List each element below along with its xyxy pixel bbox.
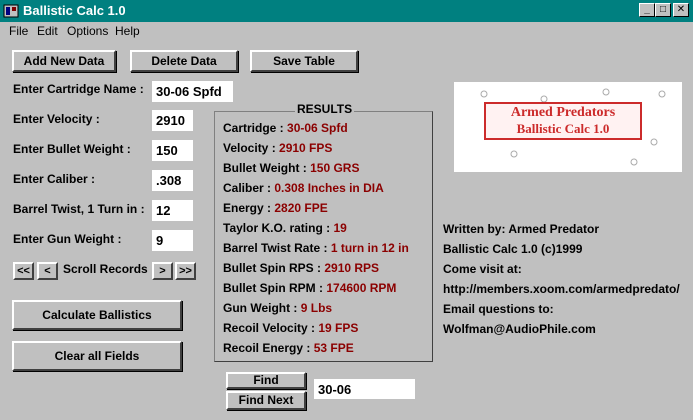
result-label: Recoil Velocity : — [223, 321, 319, 335]
result-label: Energy : — [223, 201, 275, 215]
bullet-weight-label: Enter Bullet Weight : — [13, 142, 131, 156]
result-row: Recoil Energy : 53 FPE — [223, 341, 354, 355]
result-label: Bullet Spin RPS : — [223, 261, 325, 275]
add-new-data-button[interactable]: Add New Data — [12, 50, 116, 72]
caliber-input[interactable]: .308 — [152, 170, 193, 191]
result-label: Recoil Energy : — [223, 341, 314, 355]
find-next-button[interactable]: Find Next — [226, 391, 306, 410]
result-row: Velocity : 2910 FPS — [223, 141, 332, 155]
info-author: Written by: Armed Predator — [443, 222, 600, 236]
last-record-button[interactable]: >> — [175, 262, 196, 280]
menu-help[interactable]: Help — [115, 24, 140, 38]
results-title: RESULTS — [295, 102, 355, 116]
first-record-button[interactable]: << — [13, 262, 34, 280]
close-button[interactable]: ✕ — [673, 3, 689, 17]
gun-weight-label: Enter Gun Weight : — [13, 232, 122, 246]
minimize-button[interactable]: _ — [639, 3, 655, 17]
velocity-label: Enter Velocity : — [13, 112, 100, 126]
result-row: Caliber : 0.308 Inches in DIA — [223, 181, 384, 195]
result-label: Caliber : — [223, 181, 275, 195]
result-row: Recoil Velocity : 19 FPS — [223, 321, 358, 335]
info-visit-label: Come visit at: — [443, 262, 522, 276]
result-label: Bullet Spin RPM : — [223, 281, 327, 295]
result-value: 2910 RPS — [324, 261, 380, 275]
menu-file[interactable]: File — [9, 24, 28, 38]
result-row: Taylor K.O. rating : 19 — [223, 221, 347, 235]
info-email: Wolfman@AudioPhile.com — [443, 322, 596, 336]
result-row: Bullet Spin RPM : 174600 RPM — [223, 281, 396, 295]
result-label: Taylor K.O. rating : — [223, 221, 334, 235]
gun-weight-input[interactable]: 9 — [152, 230, 193, 251]
result-value: 1 turn in 12 in — [330, 241, 409, 255]
find-button[interactable]: Find — [226, 372, 306, 389]
title-bar[interactable]: Ballistic Calc 1.0 _ □ ✕ — [0, 0, 693, 22]
menu-edit[interactable]: Edit — [37, 24, 58, 38]
result-value: 2910 FPS — [279, 141, 333, 155]
velocity-input[interactable]: 2910 — [152, 110, 193, 131]
cartridge-name-label: Enter Cartridge Name : — [13, 82, 144, 96]
result-label: Cartridge : — [223, 121, 288, 135]
calculate-ballistics-button[interactable]: Calculate Ballistics — [12, 300, 182, 330]
result-label: Bullet Weight : — [223, 161, 311, 175]
window-title: Ballistic Calc 1.0 — [23, 3, 126, 18]
maximize-icon: □ — [659, 4, 667, 15]
result-value: 2820 FPE — [274, 201, 328, 215]
info-copyright: Ballistic Calc 1.0 (c)1999 — [443, 242, 583, 256]
logo-line2: Ballistic Calc 1.0 — [516, 121, 610, 136]
minimize-icon: _ — [644, 4, 650, 15]
result-label: Velocity : — [223, 141, 280, 155]
result-value: 53 FPE — [313, 341, 354, 355]
next-record-button[interactable]: > — [152, 262, 173, 280]
logo-panel: Armed Predators Ballistic Calc 1.0 — [454, 82, 682, 172]
result-value: 19 — [333, 221, 347, 235]
result-row: Gun Weight : 9 Lbs — [223, 301, 332, 315]
logo-line1: Armed Predators — [510, 105, 616, 120]
result-value: 150 GRS — [310, 161, 360, 175]
previous-record-button[interactable]: < — [37, 262, 58, 280]
app-icon — [3, 4, 19, 18]
barrel-twist-input[interactable]: 12 — [152, 200, 193, 221]
result-row: Barrel Twist Rate : 1 turn in 12 in — [223, 241, 409, 255]
result-value: 9 Lbs — [300, 301, 333, 315]
bullet-weight-input[interactable]: 150 — [152, 140, 193, 161]
result-row: Energy : 2820 FPE — [223, 201, 328, 215]
result-row: Bullet Spin RPS : 2910 RPS — [223, 261, 379, 275]
save-table-button[interactable]: Save Table — [250, 50, 358, 72]
cartridge-name-input[interactable]: 30-06 Spfd — [152, 81, 233, 102]
result-value: 174600 RPM — [326, 281, 397, 295]
info-url: http://members.xoom.com/armedpredato/ — [443, 282, 680, 296]
result-label: Gun Weight : — [223, 301, 301, 315]
maximize-button[interactable]: □ — [655, 3, 671, 17]
result-row: Cartridge : 30-06 Spfd — [223, 121, 348, 135]
delete-data-button[interactable]: Delete Data — [130, 50, 238, 72]
result-label: Barrel Twist Rate : — [223, 241, 331, 255]
caliber-label: Enter Caliber : — [13, 172, 96, 186]
result-value: 19 FPS — [318, 321, 359, 335]
close-icon: ✕ — [676, 4, 686, 15]
scroll-records-label: Scroll Records — [63, 262, 148, 276]
menu-bar: File Edit Options Help — [0, 22, 693, 41]
clear-all-fields-button[interactable]: Clear all Fields — [12, 341, 182, 371]
result-value: 0.308 Inches in DIA — [274, 181, 384, 195]
find-input[interactable]: 30-06 — [314, 379, 415, 399]
result-row: Bullet Weight : 150 GRS — [223, 161, 359, 175]
barrel-twist-label: Barrel Twist, 1 Turn in : — [13, 202, 145, 216]
result-value: 30-06 Spfd — [287, 121, 348, 135]
logo: Armed Predators Ballistic Calc 1.0 — [484, 102, 642, 140]
menu-options[interactable]: Options — [67, 24, 108, 38]
info-email-label: Email questions to: — [443, 302, 554, 316]
main-window: Ballistic Calc 1.0 _ □ ✕ File Edit Optio… — [0, 0, 693, 420]
